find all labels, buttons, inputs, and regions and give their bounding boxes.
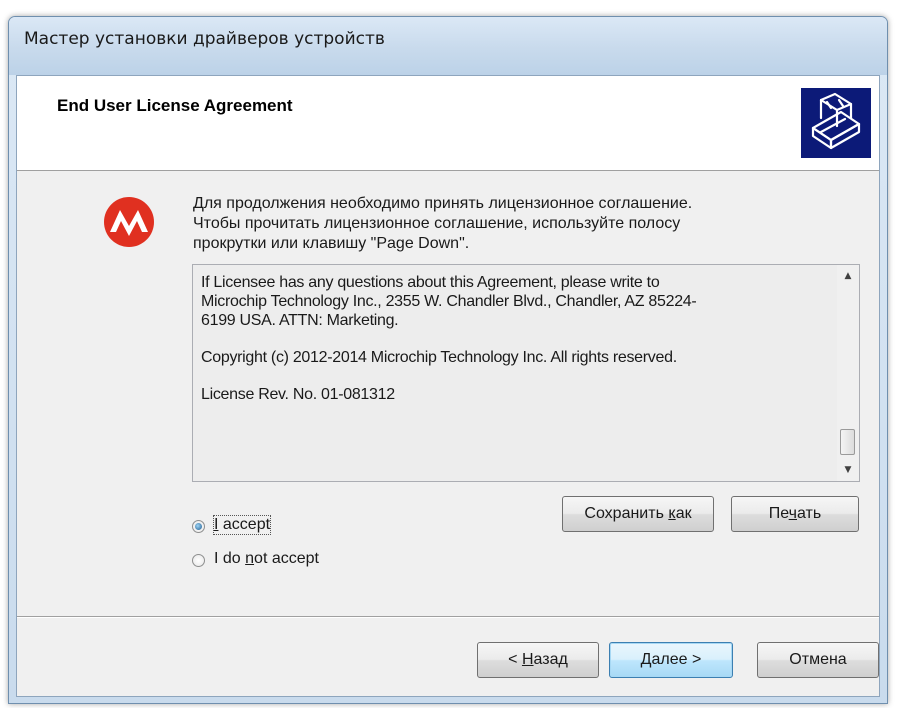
- title-bar[interactable]: Мастер установки драйверов устройств: [9, 17, 887, 75]
- accept-label[interactable]: I accept: [212, 515, 272, 535]
- installer-window: Мастер установки драйверов устройств End…: [8, 16, 888, 704]
- save-as-button[interactable]: Сохранить как: [562, 496, 714, 532]
- decline-label[interactable]: I do not accept: [214, 550, 319, 568]
- license-paragraph: If Licensee has any questions about this…: [201, 274, 697, 329]
- back-button[interactable]: < Назад: [477, 642, 599, 678]
- license-textbox[interactable]: If Licensee has any questions about this…: [192, 264, 860, 482]
- license-paragraph: License Rev. No. 01-081312: [201, 386, 395, 403]
- scroll-down-icon[interactable]: ▼: [837, 459, 859, 481]
- scroll-up-icon[interactable]: ▲: [837, 265, 859, 287]
- hardware-install-icon: [801, 88, 871, 158]
- intro-line: Для продолжения необходимо принять лицен…: [193, 195, 693, 212]
- scroll-thumb[interactable]: [840, 429, 855, 455]
- wizard-body: End User License Agreement Для продолжен…: [16, 75, 880, 697]
- footer-separator: [17, 616, 879, 618]
- license-scrollbar[interactable]: ▲ ▼: [837, 265, 859, 481]
- next-button[interactable]: Далее >: [609, 642, 733, 678]
- print-button[interactable]: Печать: [731, 496, 859, 532]
- cancel-button[interactable]: Отмена: [757, 642, 879, 678]
- microchip-logo-icon: [103, 196, 155, 248]
- license-paragraph: Copyright (c) 2012-2014 Microchip Techno…: [201, 349, 677, 366]
- decline-radio[interactable]: [192, 554, 205, 567]
- license-text: If Licensee has any questions about this…: [201, 273, 821, 422]
- intro-text: Для продолжения необходимо принять лицен…: [193, 194, 853, 254]
- page-title: End User License Agreement: [57, 96, 293, 115]
- wizard-header: End User License Agreement: [17, 76, 879, 171]
- back-label: < Назад: [508, 651, 568, 668]
- window-title: Мастер установки драйверов устройств: [24, 29, 385, 49]
- intro-line: Чтобы прочитать лицензионное соглашение,…: [193, 215, 681, 232]
- accept-radio[interactable]: [192, 520, 205, 533]
- print-label: Печать: [768, 505, 822, 522]
- intro-line: прокрутки или клавишу "Page Down".: [193, 235, 470, 252]
- save-as-label: Сохранить как: [584, 505, 692, 522]
